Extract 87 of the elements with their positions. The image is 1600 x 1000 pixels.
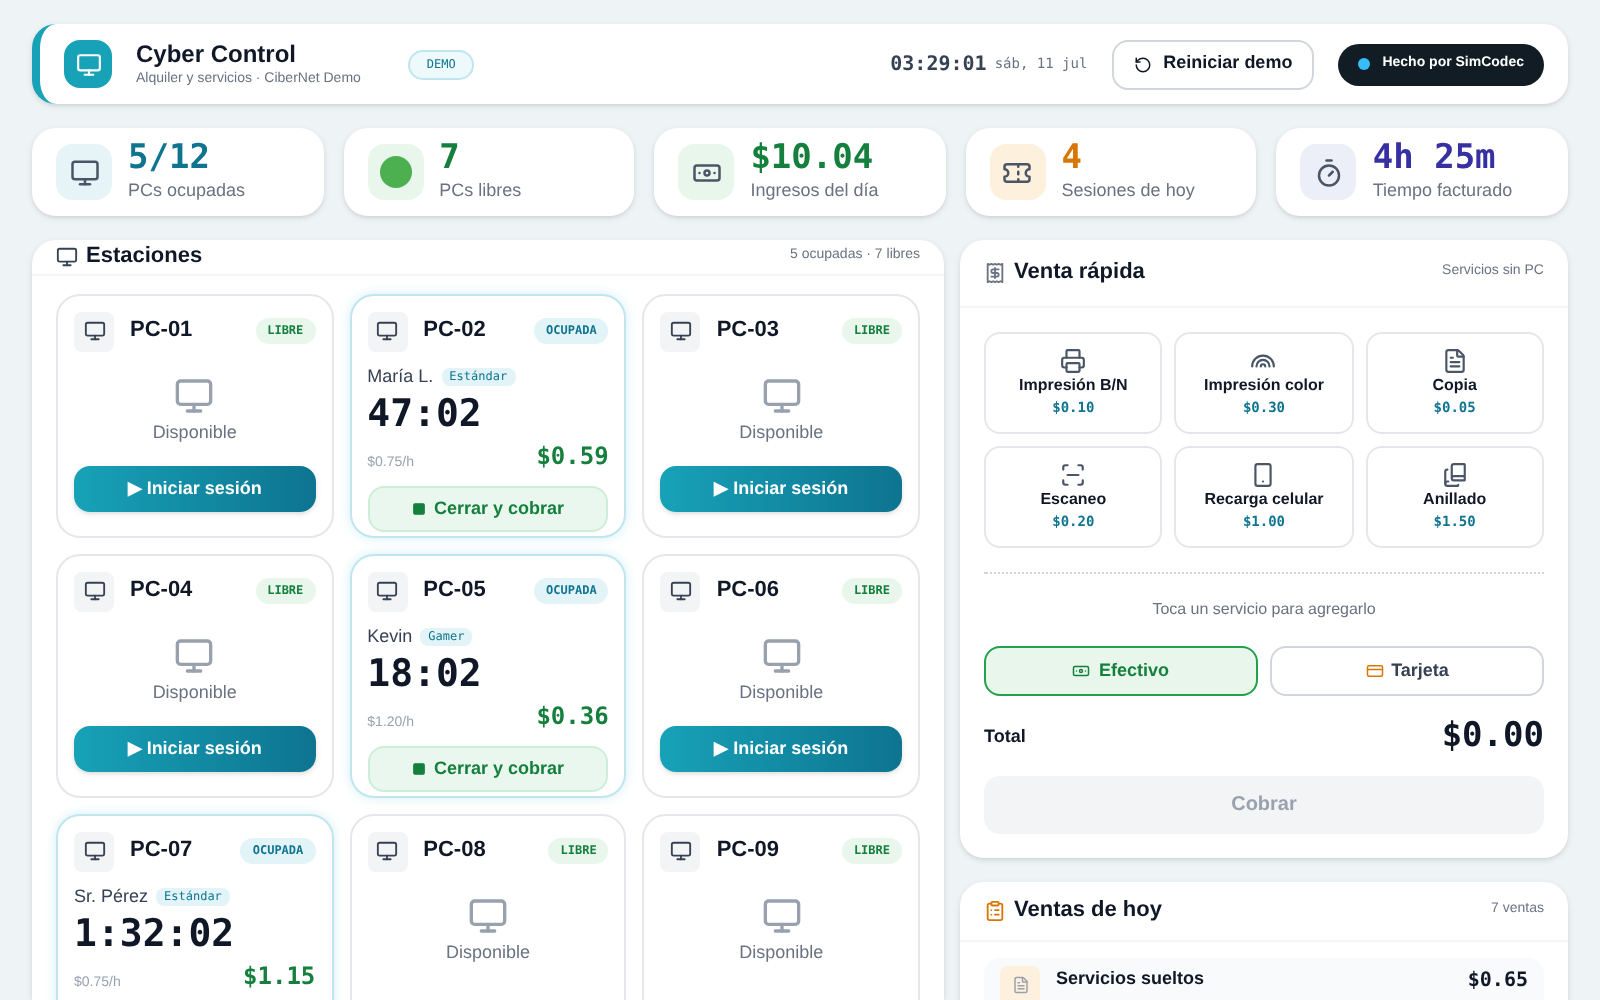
pc-name: PC-02: [423, 316, 488, 347]
stat-label: PCs libres: [439, 178, 522, 205]
ticket-icon: [989, 144, 1046, 200]
monitor-icon: [56, 144, 112, 200]
clock-time: 03:29:01: [890, 51, 987, 79]
stat-value: 4h 25m: [1372, 138, 1498, 179]
panel-title: Estaciones: [86, 242, 203, 272]
start-session-button[interactable]: ▶ Iniciar sesión: [74, 726, 316, 772]
total-label: Total: [984, 724, 1026, 750]
app-title: Cyber Control: [136, 37, 299, 70]
availability-label: Disponible: [445, 939, 530, 966]
session-timer: 47:02: [367, 390, 484, 438]
session-amount: $0.36: [536, 700, 609, 734]
monitor-icon: [367, 311, 408, 351]
monitor-icon: [174, 635, 215, 675]
close-and-charge-button[interactable]: Cerrar y cobrar: [367, 486, 609, 532]
monitor-icon: [761, 635, 802, 675]
monitor-icon: [174, 375, 215, 415]
stat-value: $10.04: [750, 138, 876, 179]
phone-icon: [1250, 461, 1277, 488]
session-timer: 1:32:02: [74, 910, 237, 958]
user-name: Kevin: [367, 623, 413, 649]
logo-monitor-icon: [64, 40, 112, 88]
page-icon: [1441, 347, 1468, 374]
availability-label: Disponible: [152, 679, 237, 706]
session-amount: $1.15: [243, 960, 316, 994]
total-amount: $0.00: [1441, 714, 1544, 760]
stat-value: 4: [1061, 138, 1085, 179]
stop-icon: [411, 762, 426, 776]
user-name: María L.: [367, 363, 434, 389]
stat-label: Ingresos del día: [750, 178, 879, 205]
pc-name: PC-01: [130, 316, 195, 347]
pc-name: PC-03: [716, 316, 782, 347]
panel-title: Venta rápida: [1014, 258, 1145, 289]
monitor-icon: [761, 895, 802, 935]
monitor-icon: [660, 831, 701, 871]
stat-label: Tiempo facturado: [1372, 178, 1513, 205]
close-and-charge-button[interactable]: Cerrar y cobrar: [367, 746, 609, 792]
scanner-icon: [1060, 461, 1087, 488]
availability-label: Disponible: [739, 939, 824, 966]
stat-value: 5/12: [128, 138, 212, 179]
session-amount: $0.59: [536, 440, 609, 474]
banknote-icon: [1072, 662, 1091, 680]
pc-name: PC-07: [130, 836, 195, 867]
pc-name: PC-08: [423, 836, 488, 867]
pc-name: PC-04: [130, 576, 195, 607]
receipt-icon: [984, 262, 1006, 284]
monitor-icon: [367, 571, 408, 611]
availability-label: Disponible: [739, 679, 824, 706]
reset-icon: [1133, 55, 1152, 73]
stat-label: Sesiones de hoy: [1061, 178, 1195, 205]
start-session-button[interactable]: ▶ Iniciar sesión: [660, 726, 902, 772]
document-icon: [1000, 965, 1040, 1000]
pc-name: PC-09: [716, 836, 782, 867]
sale-amount: $0.65: [1467, 967, 1528, 995]
availability-label: Disponible: [152, 419, 237, 446]
start-session-button[interactable]: ▶ Iniciar sesión: [660, 466, 902, 512]
monitor-icon: [660, 571, 701, 611]
payment-method-button[interactable]: Efectivo: [984, 646, 1258, 696]
timer-icon: [1300, 144, 1357, 200]
sale-name: Servicios sueltos: [1056, 965, 1207, 991]
stat-value: 7: [439, 138, 462, 179]
reset-demo-button[interactable]: Reiniciar demo: [1111, 39, 1315, 89]
hint-text: Toca un servicio para agregarlo: [1150, 598, 1378, 622]
monitor-icon: [467, 895, 508, 935]
start-session-button[interactable]: ▶ Iniciar sesión: [74, 466, 316, 512]
pc-name: PC-06: [716, 576, 782, 607]
books-icon: [1441, 461, 1468, 488]
pc-name: PC-05: [423, 576, 488, 607]
monitor-icon: [660, 311, 701, 351]
monitor-icon: [74, 311, 114, 351]
panel-title: Ventas de hoy: [1014, 895, 1162, 926]
monitor-icon: [74, 571, 114, 611]
money-icon: [678, 144, 735, 200]
monitor-icon: [56, 245, 78, 268]
availability-label: Disponible: [739, 419, 824, 446]
monitor-icon: [367, 831, 408, 871]
stop-icon: [411, 502, 426, 516]
printer-icon: [1060, 347, 1087, 374]
user-name: Sr. Pérez: [74, 883, 149, 909]
monitor-icon: [761, 375, 802, 415]
payment-method-button[interactable]: Tarjeta: [1270, 646, 1544, 696]
credit-card-icon: [1365, 662, 1384, 680]
clipboard-icon: [984, 899, 1006, 921]
monitor-icon: [74, 831, 114, 871]
session-timer: 18:02: [367, 650, 484, 698]
stat-label: PCs ocupadas: [128, 178, 246, 205]
